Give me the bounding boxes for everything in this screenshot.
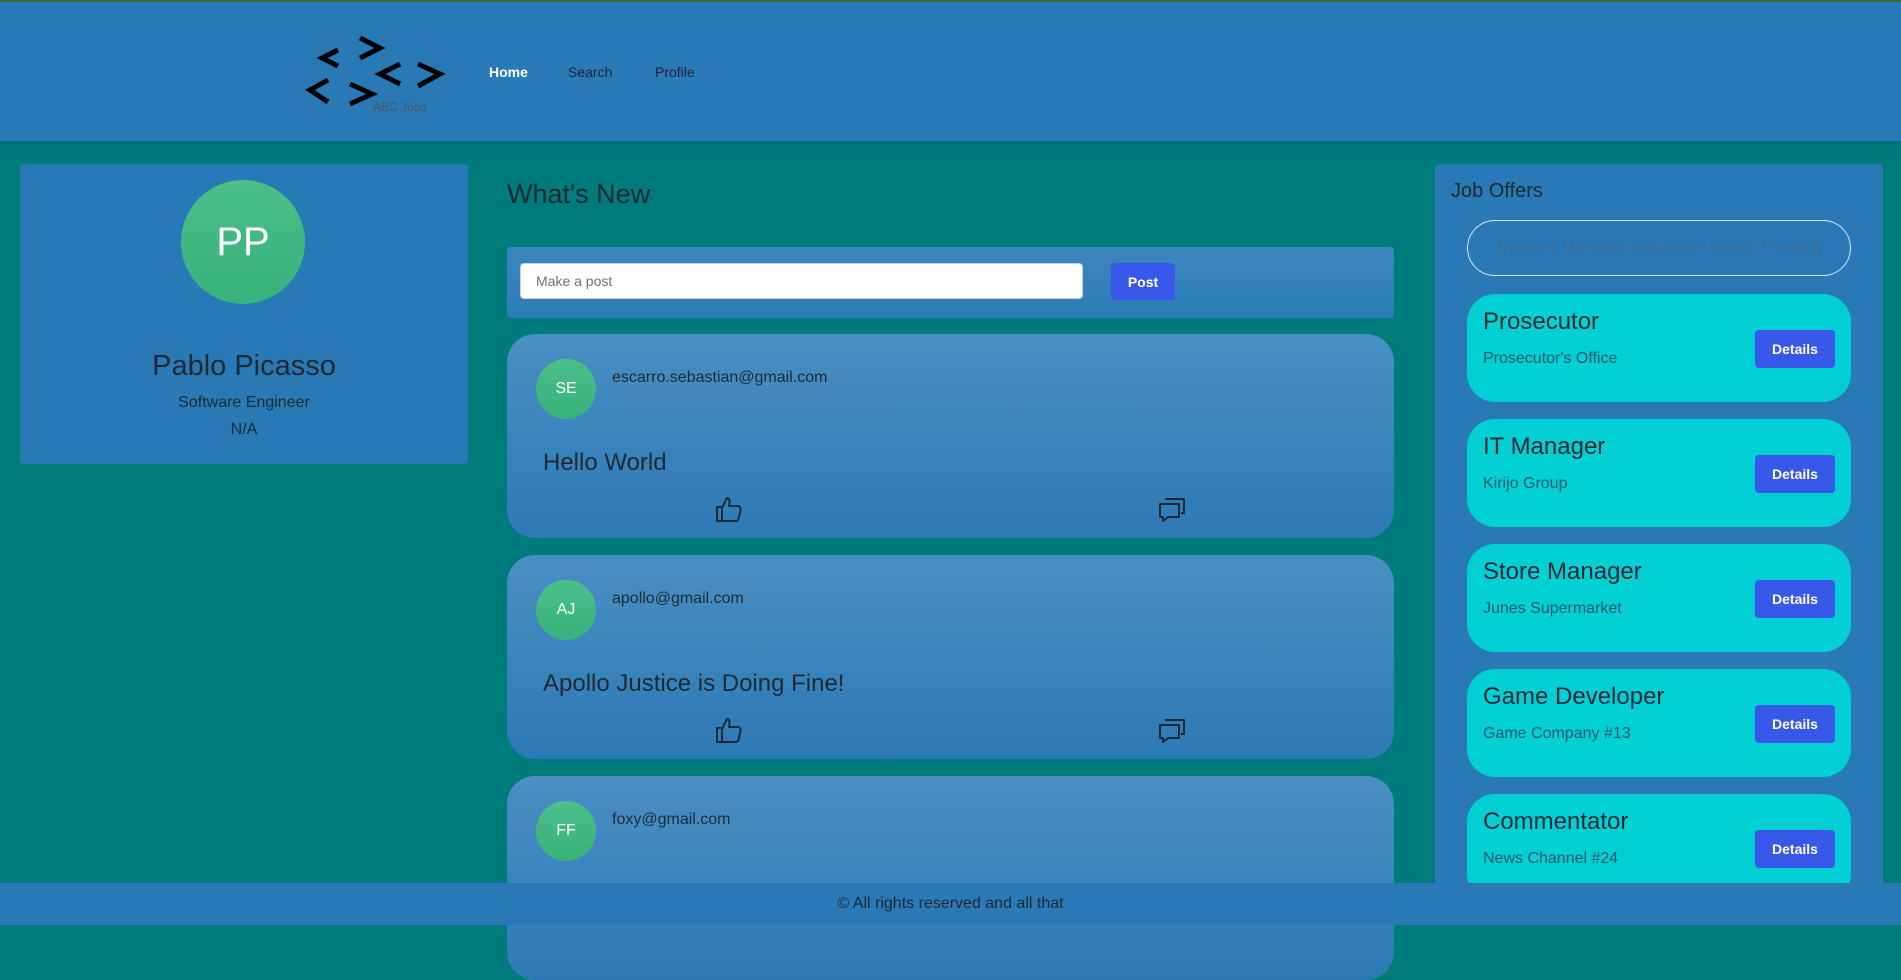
job-company: Prosecutor's Office <box>1483 350 1618 367</box>
feed-heading: What's New <box>507 179 651 209</box>
post-author-email: escarro.sebastian@gmail.com <box>612 369 828 386</box>
profile-name: Pablo Picasso <box>152 350 336 382</box>
job-company: Junes Supermarket <box>1483 600 1622 617</box>
job-card: Game Developer Game Company #13 Details <box>1467 669 1851 777</box>
profile-extra: N/A <box>230 421 258 438</box>
post-avatar: FF <box>536 801 596 861</box>
nav-search[interactable]: Search <box>568 64 612 80</box>
job-title: Commentator <box>1483 808 1629 835</box>
footer: © All rights reserved and all that <box>0 883 1901 925</box>
details-button[interactable]: Details <box>1755 705 1835 743</box>
post-button[interactable]: Post <box>1111 263 1175 300</box>
job-title: Game Developer <box>1483 683 1665 710</box>
comment-icon[interactable] <box>1157 494 1187 524</box>
job-title: Store Manager <box>1483 558 1642 585</box>
post-avatar: AJ <box>536 580 596 640</box>
nav-profile[interactable]: Profile <box>655 64 695 80</box>
job-company: Game Company #13 <box>1483 725 1631 742</box>
post-composer: Post <box>507 247 1394 318</box>
feed-post: FF foxy@gmail.com <box>507 776 1394 980</box>
post-author-email: foxy@gmail.com <box>612 811 731 828</box>
post-author-email: apollo@gmail.com <box>612 590 744 607</box>
details-button[interactable]: Details <box>1755 830 1835 868</box>
job-title: IT Manager <box>1483 433 1606 460</box>
feed-post: AJ apollo@gmail.com Apollo Justice is Do… <box>507 555 1394 759</box>
top-navbar: ABC Jobs Home Search Profile <box>0 0 1901 141</box>
details-button[interactable]: Details <box>1755 330 1835 368</box>
post-body: Hello World <box>543 449 667 476</box>
feed-post: SE escarro.sebastian@gmail.com Hello Wor… <box>507 334 1394 538</box>
profile-avatar: PP <box>181 180 305 304</box>
post-body: Apollo Justice is Doing Fine! <box>543 670 845 697</box>
job-card: IT Manager Kirijo Group Details <box>1467 419 1851 527</box>
details-button[interactable]: Details <box>1755 580 1835 618</box>
job-company: News Channel #24 <box>1483 850 1619 867</box>
comment-icon[interactable] <box>1157 715 1187 745</box>
details-button[interactable]: Details <box>1755 455 1835 493</box>
job-company: Kirijo Group <box>1483 475 1568 492</box>
job-card: Store Manager Junes Supermarket Details <box>1467 544 1851 652</box>
footer-text: © All rights reserved and all that <box>837 895 1064 912</box>
thumbs-up-icon[interactable] <box>713 494 743 524</box>
nav-home[interactable]: Home <box>489 64 528 80</box>
application-status: Systems Manager application status: Pend… <box>1467 220 1851 276</box>
job-offers-heading: Job Offers <box>1451 180 1543 202</box>
make-post-input[interactable] <box>520 263 1083 299</box>
job-title: Prosecutor <box>1483 308 1600 335</box>
job-offers-panel: Job Offers Systems Manager application s… <box>1435 164 1883 904</box>
post-avatar: SE <box>536 359 596 419</box>
thumbs-up-icon[interactable] <box>713 715 743 745</box>
profile-title: Software Engineer <box>178 394 310 411</box>
profile-card: PP Pablo Picasso Software Engineer N/A <box>20 164 468 464</box>
logo-text: ABC Jobs <box>373 100 427 114</box>
job-card: Prosecutor Prosecutor's Office Details <box>1467 294 1851 402</box>
